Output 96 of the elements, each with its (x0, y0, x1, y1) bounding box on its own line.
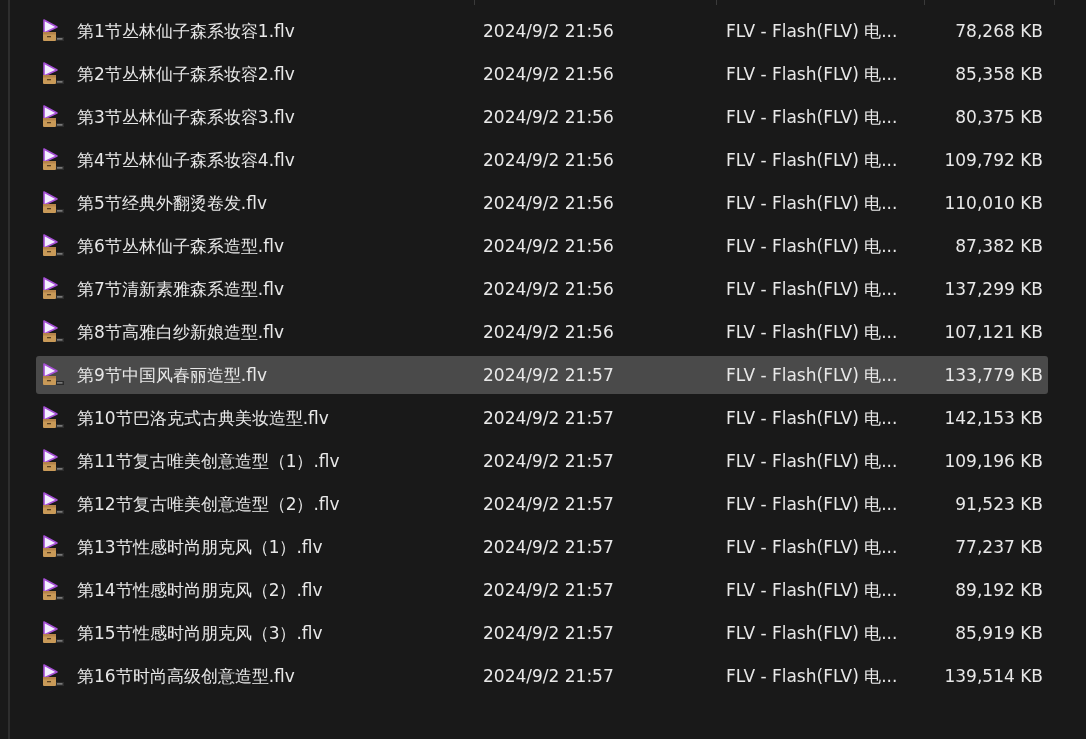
video-file-icon (42, 148, 66, 172)
modified-date: 2024/9/2 21:57 (483, 537, 615, 557)
modified-date: 2024/9/2 21:57 (483, 494, 615, 514)
file-size: 89,192 KB (954, 580, 1043, 600)
video-file-icon (42, 277, 66, 301)
file-name: 第2节丛林仙子森系妆容2.flv (77, 62, 296, 86)
file-row[interactable]: 第6节丛林仙子森系造型.flv 2024/9/2 21:56 FLV - Flash(FLV) 电... 87,382 KB (36, 227, 1048, 265)
video-file-icon (42, 234, 66, 258)
file-size: 87,382 KB (954, 236, 1043, 256)
file-type: FLV - Flash(FLV) 电... (726, 234, 899, 258)
file-size: 107,121 KB (943, 322, 1043, 342)
file-type: FLV - Flash(FLV) 电... (726, 621, 899, 645)
file-name: 第13节性感时尚朋克风（1）.flv (77, 535, 324, 559)
file-size: 142,153 KB (943, 408, 1043, 428)
file-name: 第10节巴洛克式古典美妆造型.flv (77, 406, 330, 430)
file-name: 第4节丛林仙子森系妆容4.flv (77, 148, 296, 172)
file-row[interactable]: 第7节清新素雅森系造型.flv 2024/9/2 21:56 FLV - Flash(FLV) 电... 137,299 KB (36, 270, 1048, 308)
file-name: 第15节性感时尚朋克风（3）.flv (77, 621, 324, 645)
file-name: 第5节经典外翻烫卷发.flv (77, 191, 268, 215)
modified-date: 2024/9/2 21:56 (483, 279, 615, 299)
video-file-icon (42, 105, 66, 129)
video-file-icon (42, 19, 66, 43)
file-name: 第7节清新素雅森系造型.flv (77, 277, 285, 301)
file-size: 78,268 KB (954, 21, 1043, 41)
file-name: 第12节复古唯美创意造型（2）.flv (77, 492, 341, 516)
file-type: FLV - Flash(FLV) 电... (726, 105, 899, 129)
file-type: FLV - Flash(FLV) 电... (726, 62, 899, 86)
file-type: FLV - Flash(FLV) 电... (726, 191, 899, 215)
file-type: FLV - Flash(FLV) 电... (726, 449, 899, 473)
file-type: FLV - Flash(FLV) 电... (726, 363, 899, 387)
video-file-icon (42, 406, 66, 430)
file-size: 133,779 KB (943, 365, 1043, 385)
file-row[interactable]: 第8节高雅白纱新娘造型.flv 2024/9/2 21:56 FLV - Flash(FLV) 电... 107,121 KB (36, 313, 1048, 351)
video-file-icon (42, 492, 66, 516)
modified-date: 2024/9/2 21:56 (483, 236, 615, 256)
file-size: 109,792 KB (943, 150, 1043, 170)
file-row[interactable]: 第13节性感时尚朋克风（1）.flv 2024/9/2 21:57 FLV - Flash(FLV) 电... 77,237 KB (36, 528, 1048, 566)
modified-date: 2024/9/2 21:57 (483, 408, 615, 428)
modified-date: 2024/9/2 21:57 (483, 666, 615, 686)
file-type: FLV - Flash(FLV) 电... (726, 19, 899, 43)
file-type: FLV - Flash(FLV) 电... (726, 578, 899, 602)
video-file-icon (42, 363, 66, 387)
file-size: 110,010 KB (943, 193, 1043, 213)
file-row[interactable]: 第4节丛林仙子森系妆容4.flv 2024/9/2 21:56 FLV - Flash(FLV) 电... 109,792 KB (36, 141, 1048, 179)
file-type: FLV - Flash(FLV) 电... (726, 406, 899, 430)
file-row[interactable]: 第2节丛林仙子森系妆容2.flv 2024/9/2 21:56 FLV - Flash(FLV) 电... 85,358 KB (36, 55, 1048, 93)
file-row[interactable]: 第9节中国风春丽造型.flv 2024/9/2 21:57 FLV - Flash(FLV) 电... 133,779 KB (36, 356, 1048, 394)
file-row[interactable]: 第3节丛林仙子森系妆容3.flv 2024/9/2 21:56 FLV - Flash(FLV) 电... 80,375 KB (36, 98, 1048, 136)
file-size: 85,919 KB (954, 623, 1043, 643)
file-name: 第9节中国风春丽造型.flv (77, 363, 268, 387)
video-file-icon (42, 535, 66, 559)
file-size: 77,237 KB (954, 537, 1043, 557)
modified-date: 2024/9/2 21:56 (483, 21, 615, 41)
file-size: 137,299 KB (943, 279, 1043, 299)
file-name: 第8节高雅白纱新娘造型.flv (77, 320, 285, 344)
file-size: 91,523 KB (954, 494, 1043, 514)
modified-date: 2024/9/2 21:57 (483, 451, 615, 471)
file-size: 85,358 KB (954, 64, 1043, 84)
modified-date: 2024/9/2 21:57 (483, 365, 615, 385)
modified-date: 2024/9/2 21:56 (483, 193, 615, 213)
video-file-icon (42, 449, 66, 473)
file-size: 109,196 KB (943, 451, 1043, 471)
file-type: FLV - Flash(FLV) 电... (726, 535, 899, 559)
modified-date: 2024/9/2 21:56 (483, 64, 615, 84)
file-size: 139,514 KB (943, 666, 1043, 686)
file-type: FLV - Flash(FLV) 电... (726, 492, 899, 516)
file-name: 第6节丛林仙子森系造型.flv (77, 234, 285, 258)
file-size: 80,375 KB (954, 107, 1043, 127)
modified-date: 2024/9/2 21:57 (483, 623, 615, 643)
file-row[interactable]: 第15节性感时尚朋克风（3）.flv 2024/9/2 21:57 FLV - Flash(FLV) 电... 85,919 KB (36, 614, 1048, 652)
modified-date: 2024/9/2 21:56 (483, 107, 615, 127)
file-type: FLV - Flash(FLV) 电... (726, 277, 899, 301)
file-name: 第1节丛林仙子森系妆容1.flv (77, 19, 296, 43)
file-row[interactable]: 第11节复古唯美创意造型（1）.flv 2024/9/2 21:57 FLV - Flash(FLV) 电... 109,196 KB (36, 442, 1048, 480)
video-file-icon (42, 191, 66, 215)
file-type: FLV - Flash(FLV) 电... (726, 148, 899, 172)
modified-date: 2024/9/2 21:57 (483, 580, 615, 600)
file-row[interactable]: 第10节巴洛克式古典美妆造型.flv 2024/9/2 21:57 FLV - Flash(FLV) 电... 142,153 KB (36, 399, 1048, 437)
video-file-icon (42, 62, 66, 86)
file-type: FLV - Flash(FLV) 电... (726, 320, 899, 344)
modified-date: 2024/9/2 21:56 (483, 150, 615, 170)
file-row[interactable]: 第1节丛林仙子森系妆容1.flv 2024/9/2 21:56 FLV - Flash(FLV) 电... 78,268 KB (36, 12, 1048, 50)
file-row[interactable]: 第16节时尚高级创意造型.flv 2024/9/2 21:57 FLV - Flash(FLV) 电... 139,514 KB (36, 657, 1048, 695)
file-row[interactable]: 第12节复古唯美创意造型（2）.flv 2024/9/2 21:57 FLV - Flash(FLV) 电... 91,523 KB (36, 485, 1048, 523)
file-row[interactable]: 第14节性感时尚朋克风（2）.flv 2024/9/2 21:57 FLV - Flash(FLV) 电... 89,192 KB (36, 571, 1048, 609)
video-file-icon (42, 320, 66, 344)
file-name: 第3节丛林仙子森系妆容3.flv (77, 105, 296, 129)
file-name: 第16节时尚高级创意造型.flv (77, 664, 296, 688)
file-name: 第11节复古唯美创意造型（1）.flv (77, 449, 341, 473)
file-row[interactable]: 第5节经典外翻烫卷发.flv 2024/9/2 21:56 FLV - Flash(FLV) 电... 110,010 KB (36, 184, 1048, 222)
modified-date: 2024/9/2 21:56 (483, 322, 615, 342)
video-file-icon (42, 621, 66, 645)
file-type: FLV - Flash(FLV) 电... (726, 664, 899, 688)
video-file-icon (42, 664, 66, 688)
video-file-icon (42, 578, 66, 602)
file-name: 第14节性感时尚朋克风（2）.flv (77, 578, 324, 602)
